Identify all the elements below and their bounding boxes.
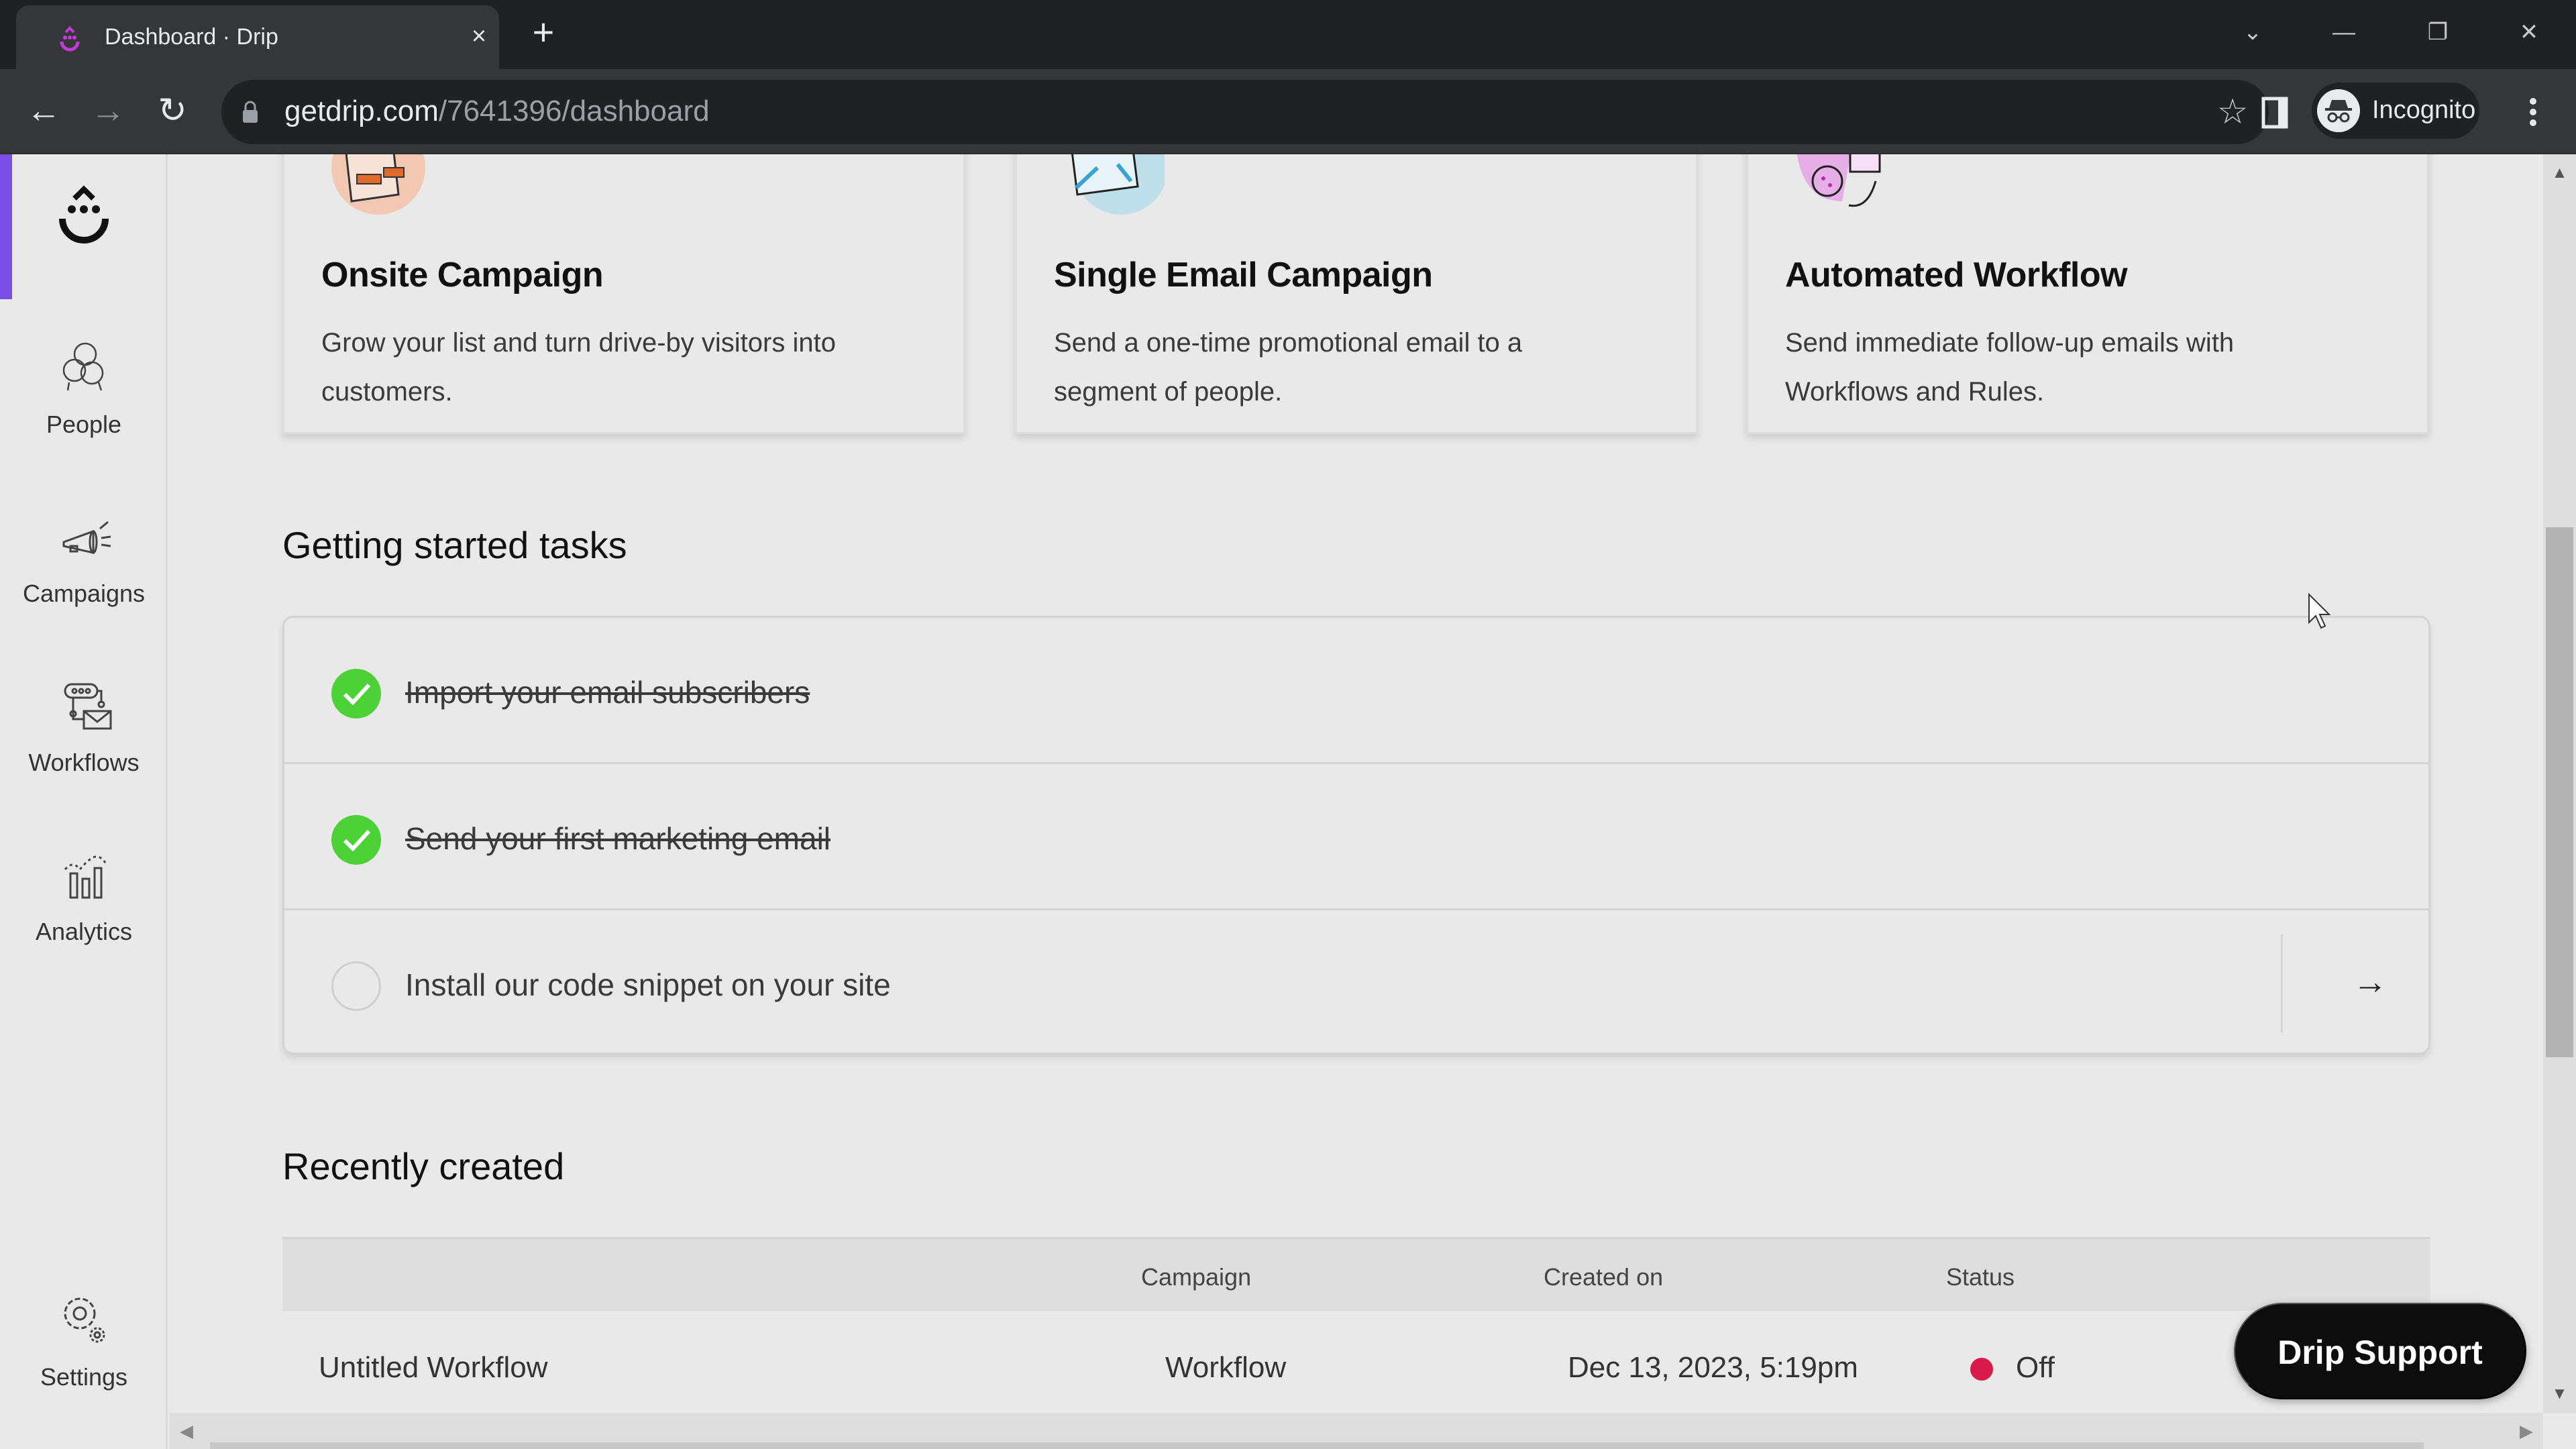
card-title: Single Email Campaign	[1054, 256, 1433, 294]
megaphone-icon	[62, 521, 111, 554]
browser-toolbar: ← → ↻ getdrip.com/7641396/dashboard ☆ In…	[0, 69, 2576, 154]
tab-search-icon[interactable]: ⌄	[2226, 12, 2279, 52]
table-header: Campaign Created on Status	[282, 1237, 2430, 1311]
row-name[interactable]: Untitled Workflow	[319, 1351, 548, 1385]
drip-favicon-icon	[60, 26, 80, 52]
browser-tab-bar: Dashboard · Drip × + ⌄ — ❐ ✕	[0, 0, 2576, 69]
lock-icon	[243, 101, 258, 123]
tasks-heading: Getting started tasks	[282, 524, 627, 566]
recent-table: Campaign Created on Status Untitled Work…	[282, 1237, 2430, 1413]
active-indicator	[0, 154, 12, 299]
sidebar-label: Campaigns	[22, 580, 146, 607]
card-single-email-campaign[interactable]: Single Email Campaign Send a one-time pr…	[1015, 154, 1698, 434]
side-panel-icon[interactable]	[2251, 85, 2298, 139]
column-header-status: Status	[1946, 1263, 2015, 1291]
address-bar[interactable]: getdrip.com/7641396/dashboard ☆	[221, 80, 2269, 144]
sidebar-label: Settings	[40, 1363, 128, 1391]
email-illustration-icon	[1071, 154, 1165, 215]
vertical-scroll-thumb[interactable]	[2546, 527, 2573, 1057]
drip-logo-icon[interactable]	[50, 181, 117, 248]
close-window-button[interactable]: ✕	[2502, 12, 2556, 52]
reload-button[interactable]: ↻	[149, 88, 196, 135]
app-sidebar: People Campaigns Workflows Analytics Set…	[0, 154, 168, 1449]
tasks-list: Import your email subscribers Send your …	[282, 616, 2430, 1055]
url-domain: getdrip.com	[284, 95, 439, 127]
onsite-illustration-icon	[331, 154, 425, 215]
row-status: Off	[2016, 1351, 2055, 1384]
column-header-campaign: Campaign	[1141, 1263, 1252, 1291]
workflow-illustration-icon	[1796, 154, 1881, 207]
browser-tab[interactable]: Dashboard · Drip ×	[16, 5, 499, 69]
check-complete-icon	[331, 669, 381, 718]
row-created-on: Dec 13, 2023, 5:19pm	[1568, 1351, 1858, 1384]
task-label: Import your email subscribers	[405, 675, 810, 710]
column-header-created-on: Created on	[1544, 1263, 1664, 1291]
incognito-profile-button[interactable]: Incognito	[2312, 83, 2479, 139]
tab-close-icon[interactable]: ×	[464, 21, 494, 51]
back-button[interactable]: ←	[20, 88, 67, 135]
new-tab-button[interactable]: +	[525, 13, 562, 52]
task-divider	[2281, 934, 2283, 1032]
mouse-cursor-icon	[2308, 593, 2331, 629]
card-automated-workflow[interactable]: Automated Workflow Send immediate follow…	[1746, 154, 2429, 434]
scroll-down-arrow-icon[interactable]: ▼	[2543, 1381, 2576, 1407]
sidebar-label: Analytics	[35, 918, 133, 945]
horizontal-scroll-thumb[interactable]	[210, 1442, 2424, 1449]
people-icon	[62, 342, 104, 391]
tab-title: Dashboard · Drip	[105, 24, 278, 50]
workflow-icon	[64, 683, 112, 730]
check-complete-icon	[331, 815, 381, 865]
restore-button[interactable]: ❐	[2411, 12, 2465, 52]
recent-heading: Recently created	[282, 1145, 565, 1187]
task-item[interactable]: Import your email subscribers	[284, 618, 2428, 764]
card-title: Onsite Campaign	[321, 256, 604, 294]
drip-support-button[interactable]: Drip Support	[2234, 1303, 2526, 1399]
task-label: Install our code snippet on your site	[405, 967, 891, 1002]
check-incomplete-icon[interactable]	[331, 961, 381, 1011]
card-description: Grow your list and turn drive-by visitor…	[321, 328, 836, 407]
sidebar-item-people[interactable]: People	[0, 335, 168, 470]
analytics-icon	[64, 855, 107, 899]
status-dot-icon	[1970, 1358, 1993, 1381]
sidebar-item-workflows[interactable]: Workflows	[0, 674, 168, 808]
scroll-up-arrow-icon[interactable]: ▲	[2543, 160, 2576, 186]
sidebar-label: Workflows	[28, 749, 140, 776]
scroll-right-arrow-icon[interactable]: ▶	[2510, 1413, 2543, 1449]
scroll-left-arrow-icon[interactable]: ◀	[170, 1413, 203, 1449]
bookmark-star-icon[interactable]: ☆	[2212, 92, 2253, 132]
task-item[interactable]: Install our code snippet on your site →	[284, 910, 2428, 1057]
task-label: Send your first marketing email	[405, 821, 831, 856]
sidebar-item-analytics[interactable]: Analytics	[0, 843, 168, 977]
incognito-label: Incognito	[2372, 96, 2476, 124]
forward-button[interactable]: →	[85, 88, 131, 135]
card-description: Send a one-time promotional email to a s…	[1054, 328, 1523, 407]
sidebar-label: People	[46, 411, 122, 438]
arrow-right-icon[interactable]: →	[2340, 952, 2400, 1012]
row-campaign: Workflow	[1165, 1351, 1287, 1384]
browser-menu-icon[interactable]	[2513, 85, 2553, 139]
incognito-icon	[2317, 89, 2360, 132]
url-text[interactable]: getdrip.com/7641396/dashboard	[284, 95, 710, 128]
sidebar-item-settings[interactable]: Settings	[0, 1288, 168, 1422]
minimize-button[interactable]: —	[2317, 12, 2371, 52]
settings-icon	[64, 1297, 105, 1343]
card-title: Automated Workflow	[1785, 256, 2128, 294]
card-description: Send immediate follow-up emails with Wor…	[1785, 328, 2235, 407]
vertical-scrollbar[interactable]: ▲ ▼	[2543, 154, 2576, 1413]
card-onsite-campaign[interactable]: Onsite Campaign Grow your list and turn …	[282, 154, 965, 434]
horizontal-scrollbar[interactable]: ◀ ▶	[170, 1413, 2543, 1449]
dashboard-main: Onsite Campaign Grow your list and turn …	[170, 154, 2543, 1413]
url-path: /7641396/dashboard	[438, 95, 710, 127]
sidebar-item-campaigns[interactable]: Campaigns	[0, 504, 168, 639]
task-item[interactable]: Send your first marketing email	[284, 764, 2428, 910]
